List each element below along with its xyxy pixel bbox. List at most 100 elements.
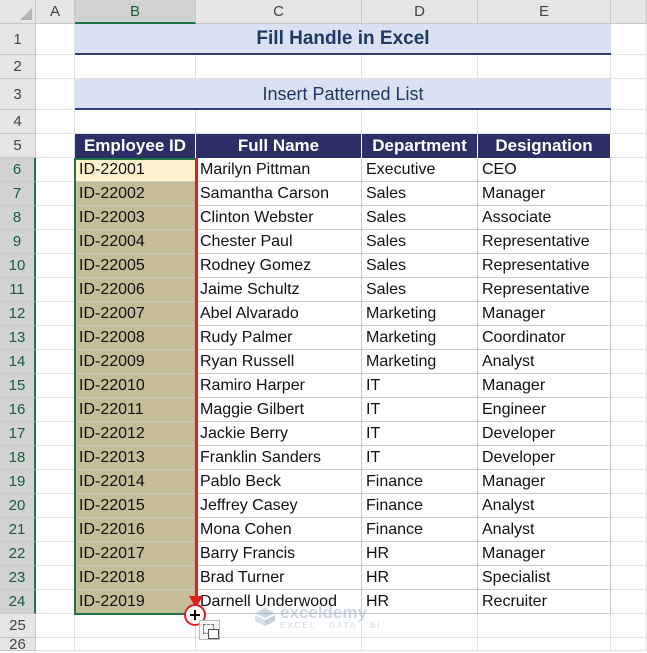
grid-cell[interactable] xyxy=(611,470,647,494)
grid-cell[interactable] xyxy=(36,374,75,398)
grid-cell[interactable] xyxy=(611,254,647,278)
row-header-9[interactable]: 9 xyxy=(0,230,36,254)
full-name-cell[interactable]: Marilyn Pittman xyxy=(196,158,362,182)
row-header-13[interactable]: 13 xyxy=(0,326,36,350)
designation-cell[interactable]: Representative xyxy=(478,230,611,254)
row-header-17[interactable]: 17 xyxy=(0,422,36,446)
employee-id-cell[interactable]: ID-22002 xyxy=(75,182,196,206)
row-header-16[interactable]: 16 xyxy=(0,398,36,422)
grid-cell[interactable] xyxy=(36,278,75,302)
row-header-4[interactable]: 4 xyxy=(0,110,36,134)
grid-cell[interactable] xyxy=(36,230,75,254)
grid-cell[interactable] xyxy=(36,302,75,326)
department-cell[interactable]: Finance xyxy=(362,518,478,542)
grid-cell[interactable] xyxy=(611,614,647,638)
grid-cell[interactable] xyxy=(611,638,647,651)
select-all-corner[interactable] xyxy=(0,0,36,24)
department-cell[interactable]: Executive xyxy=(362,158,478,182)
full-name-cell[interactable]: Abel Alvarado xyxy=(196,302,362,326)
grid-cell[interactable] xyxy=(611,590,647,614)
department-cell[interactable]: Marketing xyxy=(362,302,478,326)
grid-cell[interactable] xyxy=(611,55,647,79)
designation-cell[interactable]: Associate xyxy=(478,206,611,230)
designation-cell[interactable]: Manager xyxy=(478,542,611,566)
designation-cell[interactable]: Coordinator xyxy=(478,326,611,350)
row-header-11[interactable]: 11 xyxy=(0,278,36,302)
grid-cell[interactable] xyxy=(362,110,478,134)
grid-cell[interactable] xyxy=(36,254,75,278)
employee-id-cell[interactable]: ID-22017 xyxy=(75,542,196,566)
employee-id-cell[interactable]: ID-22006 xyxy=(75,278,196,302)
grid-cell[interactable] xyxy=(611,206,647,230)
column-header-b[interactable]: B xyxy=(75,0,196,24)
department-cell[interactable]: Marketing xyxy=(362,326,478,350)
row-header-7[interactable]: 7 xyxy=(0,182,36,206)
grid-cell[interactable] xyxy=(611,182,647,206)
full-name-cell[interactable]: Brad Turner xyxy=(196,566,362,590)
row-header-18[interactable]: 18 xyxy=(0,446,36,470)
department-cell[interactable]: Sales xyxy=(362,230,478,254)
designation-cell[interactable]: Recruiter xyxy=(478,590,611,614)
grid-cell[interactable] xyxy=(36,470,75,494)
row-header-12[interactable]: 12 xyxy=(0,302,36,326)
full-name-cell[interactable]: Maggie Gilbert xyxy=(196,398,362,422)
grid-cell[interactable] xyxy=(611,158,647,182)
full-name-cell[interactable]: Ryan Russell xyxy=(196,350,362,374)
grid-cell[interactable] xyxy=(36,24,75,55)
grid-cell[interactable] xyxy=(611,302,647,326)
employee-id-cell[interactable]: ID-22011 xyxy=(75,398,196,422)
grid-cell[interactable] xyxy=(36,110,75,134)
grid-cell[interactable] xyxy=(36,614,75,638)
auto-fill-options-icon[interactable] xyxy=(199,620,220,640)
grid-cell[interactable] xyxy=(36,638,75,651)
employee-id-cell[interactable]: ID-22008 xyxy=(75,326,196,350)
designation-cell[interactable]: Analyst xyxy=(478,494,611,518)
grid-cell[interactable] xyxy=(36,350,75,374)
grid-cell[interactable] xyxy=(36,422,75,446)
grid-cell[interactable] xyxy=(611,494,647,518)
full-name-cell[interactable]: Mona Cohen xyxy=(196,518,362,542)
designation-cell[interactable]: Manager xyxy=(478,470,611,494)
row-header-2[interactable]: 2 xyxy=(0,55,36,79)
employee-id-cell[interactable]: ID-22014 xyxy=(75,470,196,494)
designation-cell[interactable]: CEO xyxy=(478,158,611,182)
row-header-10[interactable]: 10 xyxy=(0,254,36,278)
row-header-8[interactable]: 8 xyxy=(0,206,36,230)
full-name-cell[interactable]: Rodney Gomez xyxy=(196,254,362,278)
table-header-full-name[interactable]: Full Name xyxy=(196,134,362,158)
grid-cell[interactable] xyxy=(362,638,478,651)
designation-cell[interactable]: Representative xyxy=(478,254,611,278)
column-header-d[interactable]: D xyxy=(362,0,478,24)
row-header-15[interactable]: 15 xyxy=(0,374,36,398)
department-cell[interactable]: IT xyxy=(362,446,478,470)
designation-cell[interactable]: Engineer xyxy=(478,398,611,422)
grid-cell[interactable] xyxy=(611,542,647,566)
grid-cell[interactable] xyxy=(478,110,611,134)
grid-cell[interactable] xyxy=(611,110,647,134)
employee-id-cell[interactable]: ID-22010 xyxy=(75,374,196,398)
department-cell[interactable]: Finance xyxy=(362,494,478,518)
grid-cell[interactable] xyxy=(611,422,647,446)
designation-cell[interactable]: Developer xyxy=(478,422,611,446)
grid-cell[interactable] xyxy=(196,110,362,134)
full-name-cell[interactable]: Ramiro Harper xyxy=(196,374,362,398)
employee-id-cell[interactable]: ID-22019 xyxy=(75,590,196,614)
designation-cell[interactable]: Analyst xyxy=(478,518,611,542)
designation-cell[interactable]: Manager xyxy=(478,182,611,206)
grid-cell[interactable] xyxy=(36,398,75,422)
designation-cell[interactable]: Representative xyxy=(478,278,611,302)
designation-cell[interactable]: Analyst xyxy=(478,350,611,374)
column-header-e[interactable]: E xyxy=(478,0,611,24)
grid-cell[interactable] xyxy=(75,614,196,638)
employee-id-cell[interactable]: ID-22009 xyxy=(75,350,196,374)
designation-cell[interactable]: Developer xyxy=(478,446,611,470)
grid-cell[interactable] xyxy=(611,230,647,254)
grid-cell[interactable] xyxy=(36,518,75,542)
employee-id-cell[interactable]: ID-22016 xyxy=(75,518,196,542)
grid-cell[interactable] xyxy=(36,542,75,566)
grid-cell[interactable] xyxy=(478,614,611,638)
grid-cell[interactable] xyxy=(196,55,362,79)
grid-cell[interactable] xyxy=(36,182,75,206)
grid-cell[interactable] xyxy=(36,494,75,518)
row-header-23[interactable]: 23 xyxy=(0,566,36,590)
